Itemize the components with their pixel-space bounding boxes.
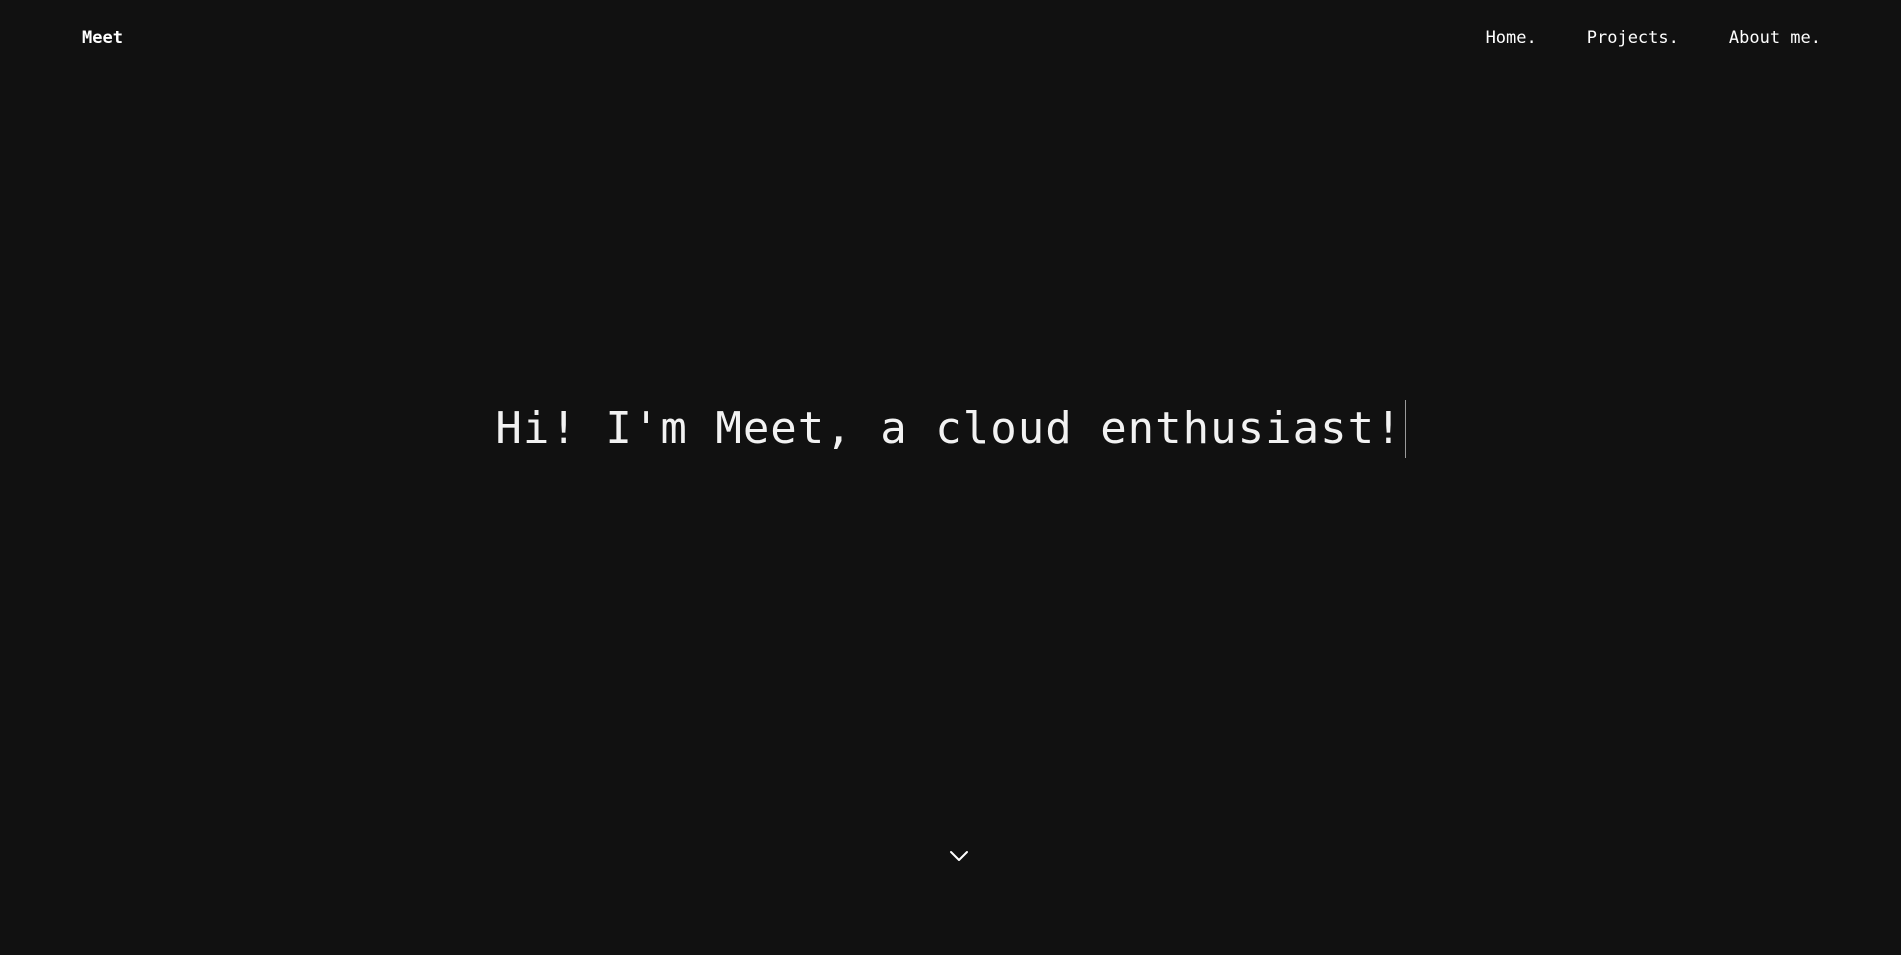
nav-link-projects[interactable]: Projects.: [1587, 28, 1679, 48]
scroll-down-button[interactable]: [947, 848, 971, 864]
site-header: Meet Home. Projects. About me.: [0, 0, 1901, 80]
nav-link-about[interactable]: About me.: [1729, 28, 1821, 48]
nav-link-home[interactable]: Home.: [1486, 28, 1537, 48]
main-nav: Home. Projects. About me.: [1486, 28, 1821, 48]
typing-cursor: [1404, 400, 1406, 458]
hero-section: Hi! I'm Meet, a cloud enthusiast!: [0, 400, 1901, 458]
chevron-down-icon: [950, 851, 968, 861]
hero-headline: Hi! I'm Meet, a cloud enthusiast!: [495, 403, 1403, 455]
brand-logo-link[interactable]: Meet: [82, 28, 123, 48]
